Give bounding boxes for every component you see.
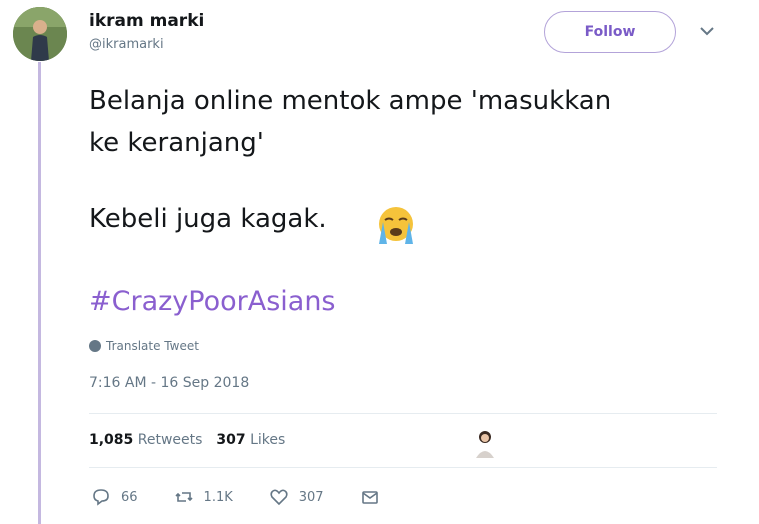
tweet-timestamp[interactable]: 7:16 AM - 16 Sep 2018 (89, 375, 249, 391)
hashtag-link[interactable]: #CrazyPoorAsians (89, 286, 336, 317)
crying-face-emoji-icon (379, 207, 413, 244)
tweet-text-line: ke keranjang' (89, 128, 264, 158)
translate-tweet-link[interactable]: Translate Tweet (89, 339, 199, 353)
follow-button[interactable]: Follow (544, 11, 676, 53)
retweets-stat[interactable]: 1,085 Retweets (89, 432, 202, 448)
liker-avatar[interactable] (470, 426, 500, 460)
retweet-button[interactable]: 1.1K (174, 487, 233, 507)
reply-count: 66 (121, 489, 138, 505)
engagement-stats: 1,085 Retweets 307 Likes (89, 432, 285, 448)
retweets-label: Retweets (137, 432, 203, 448)
reply-icon (93, 489, 109, 506)
tweet-text-line: Belanja online mentok ampe 'masukkan (89, 86, 612, 116)
display-name[interactable]: ikram marki (89, 11, 204, 31)
like-count: 307 (298, 489, 324, 505)
likes-stat[interactable]: 307 Likes (216, 432, 285, 448)
tweet-actions: 66 1.1K 307 (91, 487, 416, 507)
like-button[interactable]: 307 (269, 487, 324, 507)
envelope-icon (361, 491, 378, 504)
direct-message-button[interactable] (360, 487, 380, 507)
translate-label: Translate Tweet (106, 339, 199, 353)
thread-line (38, 62, 41, 524)
chevron-down-icon[interactable] (698, 24, 716, 38)
likes-label: Likes (250, 432, 286, 448)
retweet-icon (174, 492, 193, 502)
avatar[interactable] (13, 7, 67, 61)
divider (89, 413, 717, 414)
tweet-text-line: Kebeli juga kagak. (89, 204, 327, 234)
retweet-count: 1.1K (203, 489, 233, 505)
user-handle[interactable]: @ikramarki (89, 37, 164, 52)
retweets-count: 1,085 (89, 432, 134, 448)
heart-icon (270, 489, 288, 506)
likes-count: 307 (216, 432, 246, 448)
reply-button[interactable]: 66 (91, 487, 138, 507)
avatar-image (13, 7, 67, 61)
globe-icon (89, 340, 101, 352)
divider (89, 467, 717, 468)
